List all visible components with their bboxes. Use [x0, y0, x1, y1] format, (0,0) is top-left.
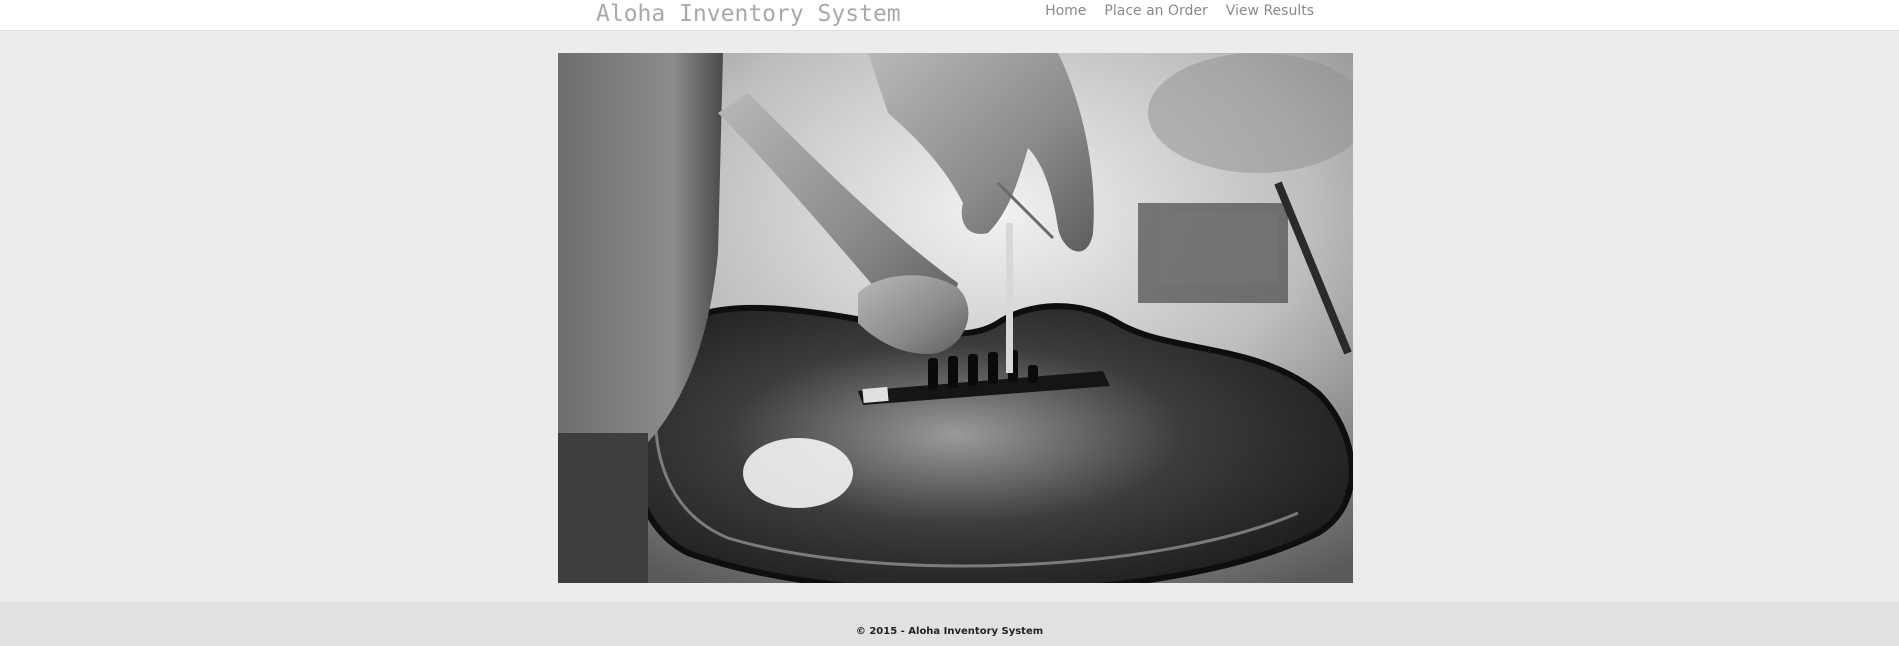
nav-home-link[interactable]: Home — [1045, 3, 1086, 19]
nav-place-order-link[interactable]: Place an Order — [1104, 3, 1207, 19]
nav-view-results-link[interactable]: View Results — [1226, 3, 1314, 19]
guitar-workshop-photo — [558, 53, 1353, 583]
brand-link[interactable]: Aloha Inventory System — [596, 1, 901, 27]
main-nav: Home Place an Order View Results — [1045, 3, 1314, 19]
copyright-text: © 2015 - Aloha Inventory System — [855, 626, 1044, 637]
site-footer: © 2015 - Aloha Inventory System — [0, 602, 1899, 646]
hero-image — [558, 53, 1353, 583]
site-header: Aloha Inventory System Home Place an Ord… — [0, 0, 1899, 31]
